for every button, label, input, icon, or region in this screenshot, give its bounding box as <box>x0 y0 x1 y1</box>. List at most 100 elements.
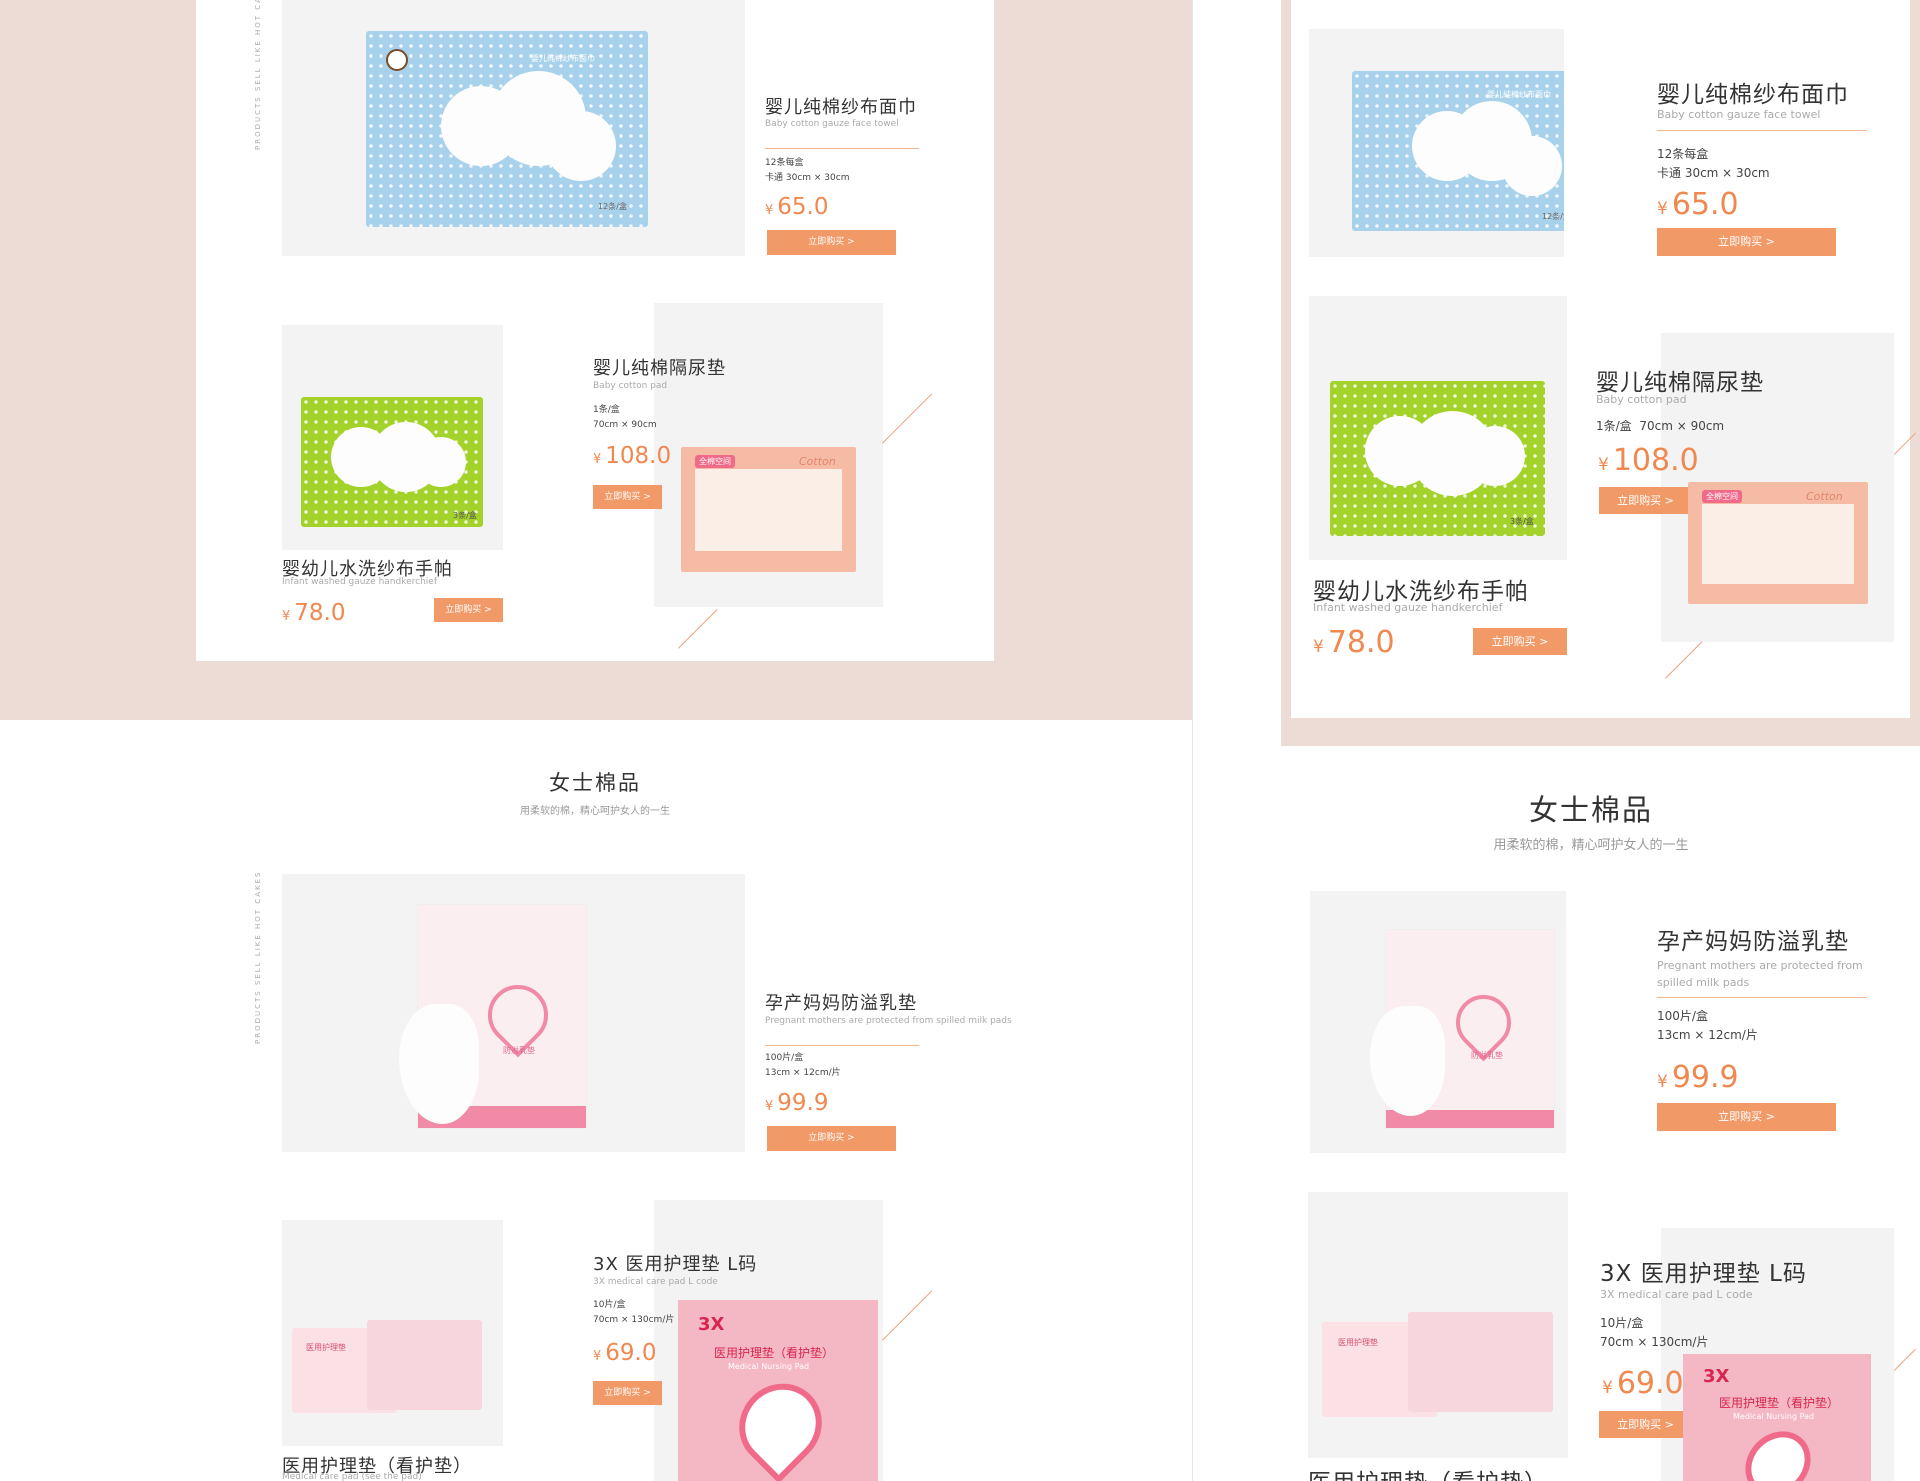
handkerchief-buy-button[interactable]: 立即购买 > <box>1473 628 1567 655</box>
decorative-slash <box>1894 1348 1916 1371</box>
care-pad-l-box-title: 医用护理垫（看护垫） <box>714 1346 835 1360</box>
care-pad-l-box[interactable]: 3X 医用护理垫（看护垫） Medical Nursing Pad <box>678 1300 878 1481</box>
cotton-pad-brand: 全棉空间 <box>1702 490 1742 503</box>
care-pad-l-box-title: 医用护理垫（看护垫） <box>1719 1396 1840 1410</box>
cotton-pad-box[interactable]: 全棉空间 Cotton <box>681 447 856 572</box>
face-towel-spec1: 12条每盒 <box>765 158 804 168</box>
handkerchief-box: 3条/盒 <box>301 397 483 527</box>
milk-pad-sub: Pregnant mothers are protected from spil… <box>1657 959 1863 989</box>
handkerchief-image[interactable]: 3条/盒 <box>282 325 503 550</box>
cotton-pad-script: Cotton <box>799 455 836 468</box>
cotton-pad-buy-button[interactable]: 立即购买 > <box>593 485 662 509</box>
care-pad-l-price: ¥69.0 <box>1602 1366 1684 1401</box>
section-title: 女士棉品 <box>549 771 641 795</box>
milk-pad-box-label: 防溢乳垫 <box>503 1046 535 1055</box>
care-pad-l-box-en: Medical Nursing Pad <box>728 1362 810 1371</box>
milk-pad-spec2: 13cm × 12cm/片 <box>1657 1028 1758 1042</box>
face-towel-box-count: 12条/盒 <box>1542 212 1564 221</box>
face-towel-name: 婴儿纯棉纱布面巾 <box>765 97 917 118</box>
care-pad-l-buy-button[interactable]: 立即购买 > <box>1599 1411 1692 1438</box>
milk-pad-spec1: 100片/盒 <box>1657 1009 1708 1023</box>
side-caption: PRODUCTS SELL LIKE HOT CAKES <box>254 0 262 150</box>
care-pad-l-spec2: 70cm × 130cm/片 <box>593 1315 675 1325</box>
handkerchief-price: ¥78.0 <box>282 600 346 626</box>
face-towel-spec2: 卡通 30cm × 30cm <box>765 173 850 183</box>
handkerchief-image[interactable]: 3条/盒 <box>1309 296 1567 560</box>
milk-pad-spec2: 13cm × 12cm/片 <box>765 1068 841 1078</box>
care-pad-l-spec1: 10片/盒 <box>593 1300 626 1310</box>
face-towel-spec2: 卡通 30cm × 30cm <box>1657 166 1770 180</box>
face-towel-spec1: 12条每盒 <box>1657 147 1709 161</box>
face-towel-sub: Baby cotton gauze face towel <box>765 119 899 129</box>
care-pad-l-box[interactable]: 3X 医用护理垫（看护垫） Medical Nursing Pad <box>1683 1354 1871 1481</box>
divider <box>1657 997 1867 998</box>
handkerchief-price: ¥78.0 <box>1313 625 1395 660</box>
page: PRODUCTS SELL LIKE HOT CAKES 婴儿纯棉纱布面巾 12… <box>0 0 1920 1481</box>
care-pad-l-name: 3X 医用护理垫 L码 <box>1600 1261 1807 1287</box>
care-pad-l-spec2: 70cm × 130cm/片 <box>1600 1335 1709 1349</box>
care-pad-l-price: ¥69.0 <box>593 1340 657 1366</box>
care-pad-sub: Medical care pad (see the pad) <box>282 1472 422 1481</box>
care-pad-l-box-en: Medical Nursing Pad <box>1733 1412 1815 1421</box>
care-pad-l-box-brand: 3X <box>698 1314 725 1335</box>
milk-pad-sub: Pregnant mothers are protected from spil… <box>765 1016 1012 1026</box>
care-pad-image[interactable]: 医用护理垫 <box>282 1220 503 1446</box>
tree-logo-icon <box>386 49 408 71</box>
milk-pad-buy-button[interactable]: 立即购买 > <box>1657 1103 1836 1131</box>
side-caption: PRODUCTS SELL LIKE HOT CAKES <box>254 870 262 1044</box>
care-pad-l-name: 3X 医用护理垫 L码 <box>593 1254 758 1275</box>
milk-pad-buy-button[interactable]: 立即购买 > <box>767 1126 896 1151</box>
care-pad-l-box-brand: 3X <box>1703 1366 1730 1387</box>
face-towel-price: ¥65.0 <box>765 194 829 220</box>
cotton-pad-name: 婴儿纯棉隔尿垫 <box>593 358 726 379</box>
milk-pad-image[interactable]: 防溢乳垫 <box>1310 891 1566 1153</box>
cotton-pad-spec2: 70cm × 90cm <box>593 420 657 430</box>
milk-pad-name: 孕产妈妈防溢乳垫 <box>765 993 917 1014</box>
care-pad-box-label: 医用护理垫 <box>306 1343 346 1352</box>
face-towel-image[interactable]: 婴儿纯棉纱布面巾 12条/盒 <box>282 0 745 256</box>
divider <box>765 148 919 149</box>
handkerchief-box-count: 3条/盒 <box>1510 517 1534 526</box>
face-towel-box: 婴儿纯棉纱布面巾 12条/盒 <box>366 31 648 227</box>
cotton-pad-price: ¥108.0 <box>593 443 672 469</box>
cotton-pad-script: Cotton <box>1806 490 1843 503</box>
face-towel-box: 婴儿纯棉纱布面巾 12条/盒 <box>1352 71 1564 231</box>
section-title: 女士棉品 <box>1528 793 1653 827</box>
handkerchief-sub: Infant washed gauze handkerchief <box>1313 601 1503 614</box>
cotton-pad-spec: 1条/盒 70cm × 90cm <box>1596 419 1725 433</box>
face-towel-box-label: 婴儿纯棉纱布面巾 <box>531 54 595 63</box>
care-pad-l-sub: 3X medical care pad L code <box>593 1277 718 1287</box>
milk-pad-box-label: 防溢乳垫 <box>1471 1051 1503 1060</box>
care-pad-name: 医用护理垫（看护垫） <box>1308 1463 1548 1481</box>
face-towel-box-label: 婴儿纯棉纱布面巾 <box>1487 90 1551 99</box>
care-pad-image[interactable]: 医用护理垫 <box>1308 1192 1568 1458</box>
care-pad-l-buy-button[interactable]: 立即购买 > <box>593 1381 662 1405</box>
face-towel-box-count: 12条/盒 <box>598 202 627 211</box>
face-towel-name: 婴儿纯棉纱布面巾 <box>1657 82 1849 108</box>
cotton-pad-sub: Baby cotton pad <box>1596 393 1687 406</box>
decorative-slash <box>882 1290 933 1341</box>
face-towel-image[interactable]: 婴儿纯棉纱布面巾 12条/盒 <box>1309 29 1564 257</box>
face-towel-buy-button[interactable]: 立即购买 > <box>767 230 896 255</box>
section-subtitle: 用柔软的棉，精心呵护女人的一生 <box>1493 838 1689 853</box>
milk-pad-image[interactable]: 防溢乳垫 <box>282 874 745 1152</box>
cotton-pad-price: ¥108.0 <box>1598 443 1699 478</box>
cotton-pad-buy-button[interactable]: 立即购买 > <box>1599 487 1692 514</box>
milk-pad-spec1: 100片/盒 <box>765 1053 804 1063</box>
cotton-pad-spec1: 1条/盒 <box>593 405 620 415</box>
face-towel-sub: Baby cotton gauze face towel <box>1657 108 1821 121</box>
handkerchief-sub: Infant washed gauze handkerchief <box>282 577 437 587</box>
cotton-pad-sub: Baby cotton pad <box>593 381 668 391</box>
handkerchief-buy-button[interactable]: 立即购买 > <box>434 598 503 622</box>
handkerchief-box-count: 3条/盒 <box>453 511 477 520</box>
cotton-pad-name: 婴儿纯棉隔尿垫 <box>1596 370 1764 396</box>
divider <box>765 1045 919 1046</box>
cotton-pad-brand: 全棉空间 <box>695 455 735 468</box>
care-pad-box-label: 医用护理垫 <box>1338 1338 1378 1347</box>
face-towel-buy-button[interactable]: 立即购买 > <box>1657 228 1836 256</box>
milk-pad-price: ¥99.9 <box>1657 1060 1739 1095</box>
cotton-pad-box[interactable]: 全棉空间 Cotton <box>1688 482 1868 604</box>
face-towel-price: ¥65.0 <box>1657 187 1739 222</box>
panel-divider <box>1192 0 1193 1481</box>
divider <box>1657 130 1867 131</box>
